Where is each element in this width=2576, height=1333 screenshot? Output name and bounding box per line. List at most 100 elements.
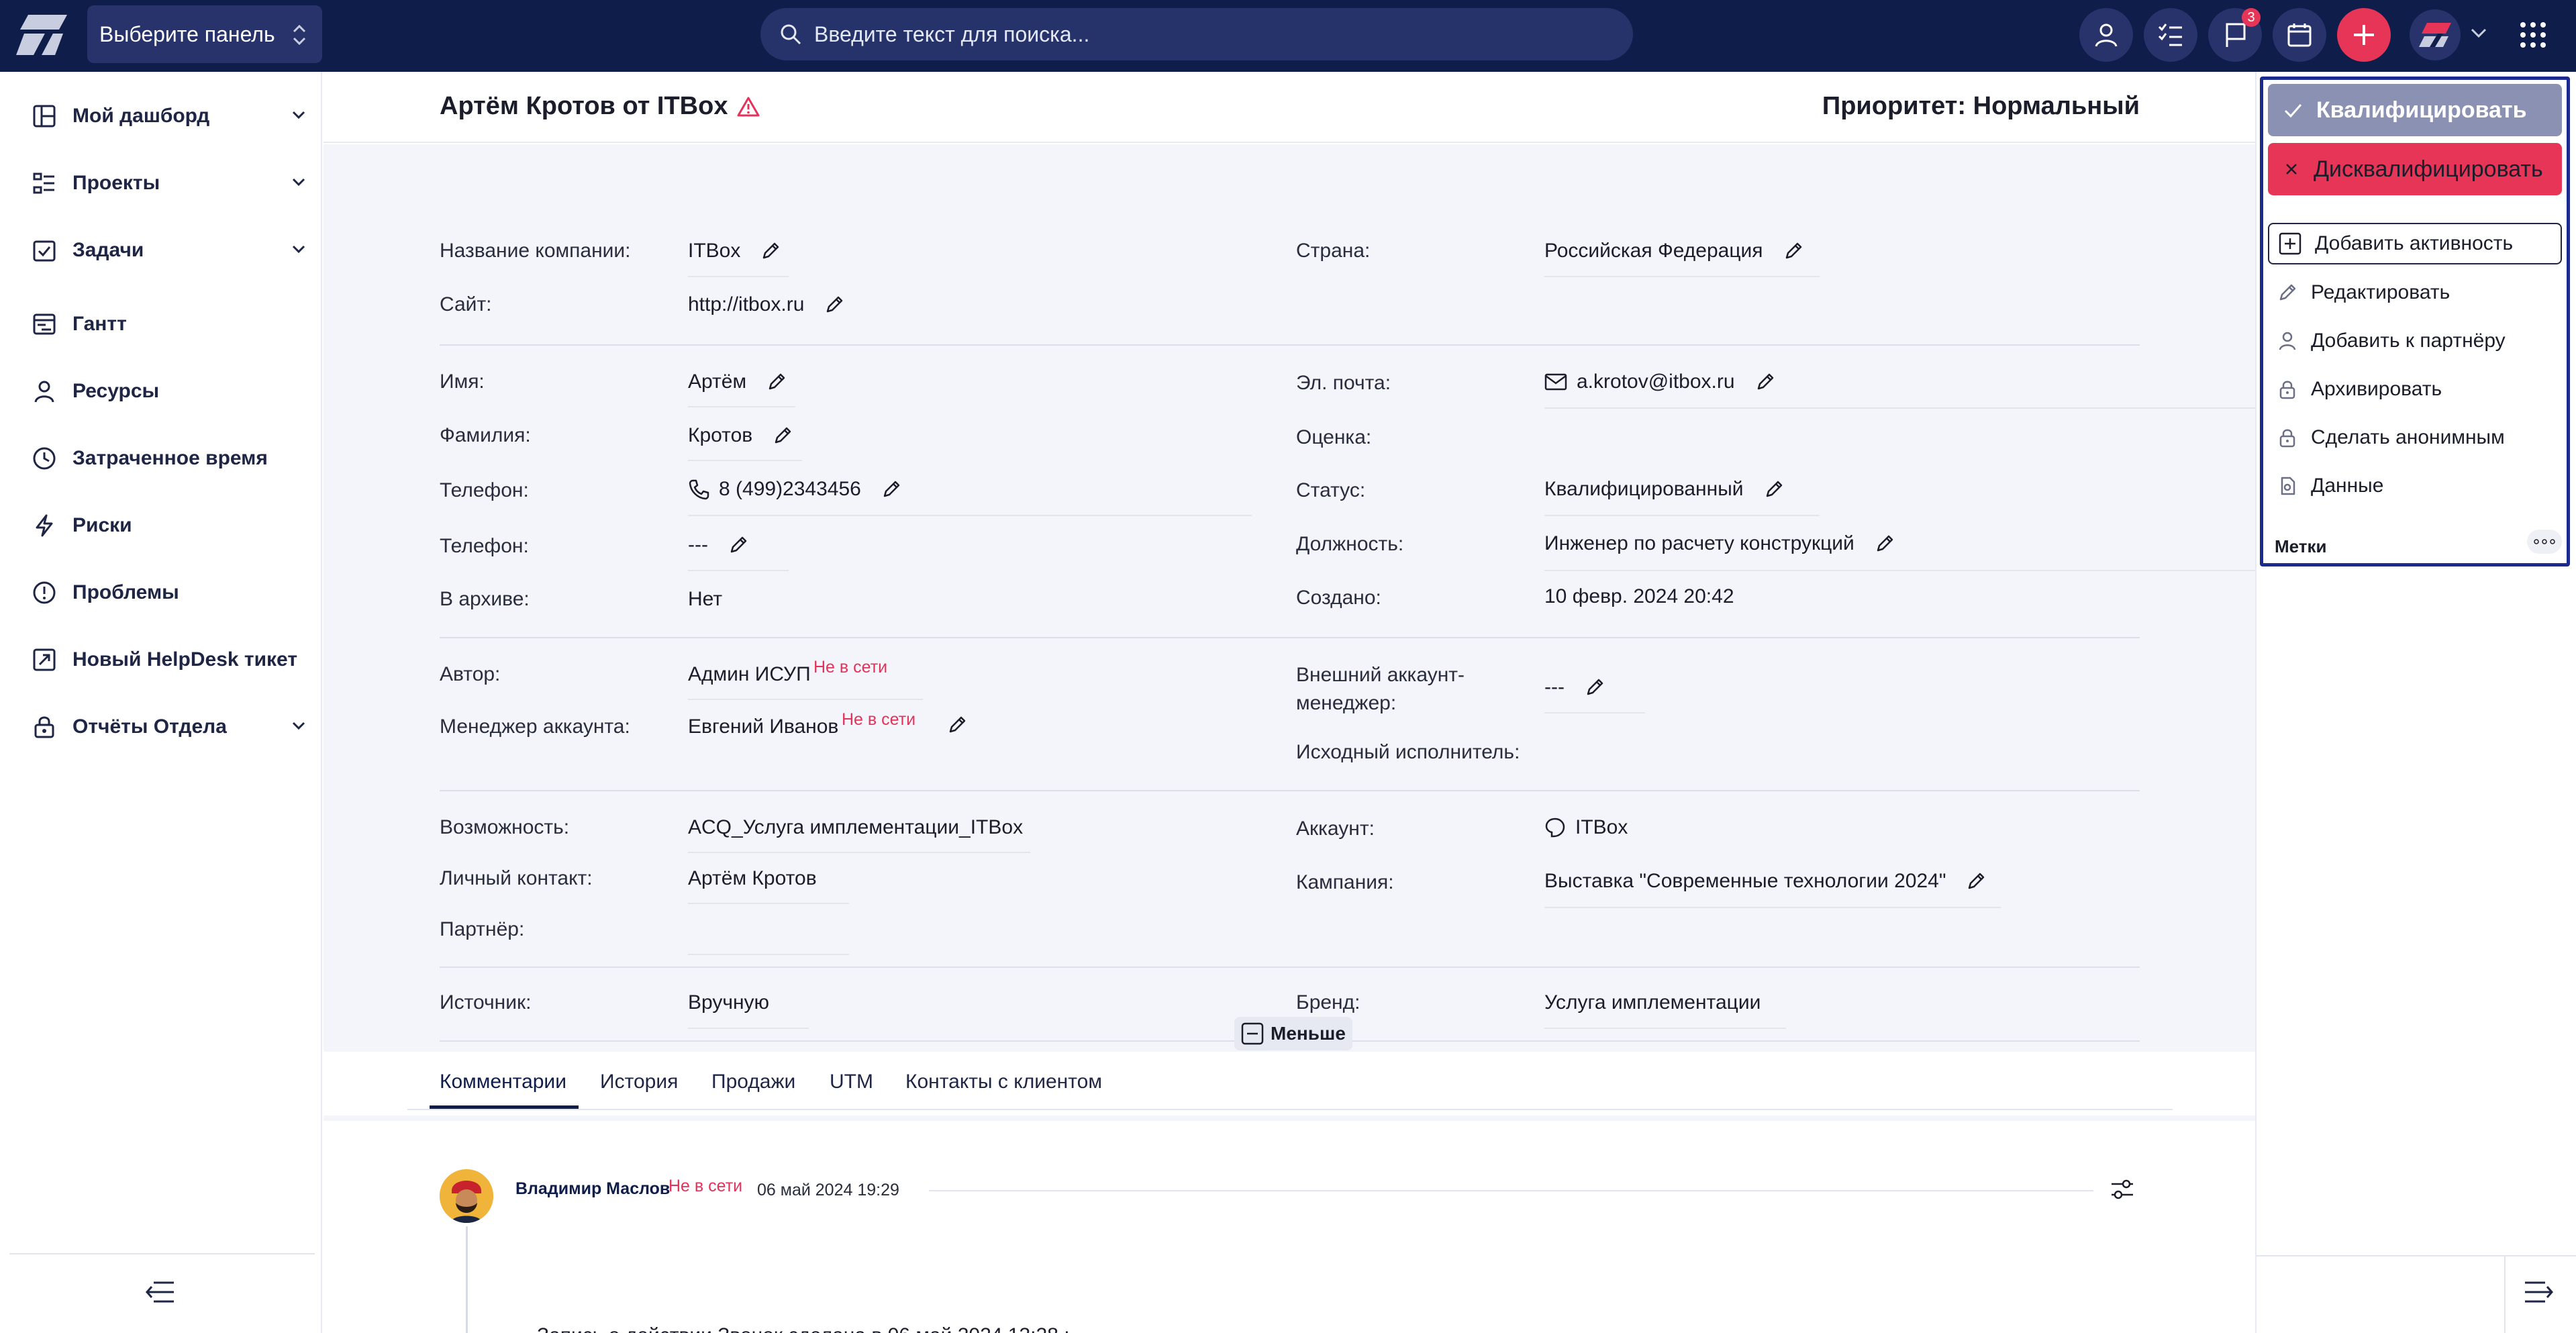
- edit-pencil-icon[interactable]: [1755, 372, 1775, 392]
- close-icon: [2283, 160, 2300, 178]
- edit-pencil-icon[interactable]: [1966, 871, 1986, 891]
- edit-pencil-icon[interactable]: [766, 372, 787, 392]
- edit-pencil-icon[interactable]: [1783, 241, 1803, 261]
- sidebar-item-tasks[interactable]: Задачи: [31, 230, 306, 270]
- sliders-icon[interactable]: [2109, 1176, 2136, 1203]
- sidebar-item-problems[interactable]: Проблемы: [31, 573, 306, 613]
- calendar-button[interactable]: [2273, 8, 2326, 62]
- commenter-avatar[interactable]: [440, 1169, 493, 1223]
- tab-contacts[interactable]: Контакты с клиентом: [905, 1071, 1102, 1093]
- apps-grid-icon[interactable]: [2518, 20, 2548, 50]
- sidebar-item-label: Задачи: [72, 239, 144, 261]
- archive-label: Архивировать: [2311, 378, 2442, 400]
- field-underline: [1544, 907, 2001, 908]
- chevron-down-icon[interactable]: [291, 720, 306, 731]
- document-icon: [2277, 476, 2297, 496]
- field-underline: [688, 460, 802, 461]
- projects-icon: [31, 170, 58, 197]
- acc-manager-text: Евгений Иванов: [688, 715, 839, 738]
- panel-select[interactable]: Выберите панель: [87, 5, 322, 63]
- tab-comments[interactable]: Комментарии: [440, 1071, 566, 1093]
- section-divider: [440, 637, 2140, 638]
- site-link[interactable]: http://itbox.ru: [688, 293, 804, 316]
- disqualify-button[interactable]: Дисквалифицировать: [2268, 143, 2562, 195]
- chevron-down-icon[interactable]: [291, 177, 306, 187]
- edit-pencil-icon[interactable]: [947, 715, 967, 735]
- author-text: Админ ИСУП: [688, 663, 811, 685]
- app-logo[interactable]: [15, 13, 70, 56]
- account-link[interactable]: ITBox: [1575, 816, 1628, 839]
- position-value: Инженер по расчету конструкций: [1544, 532, 1895, 555]
- account-label: Аккаунт:: [1296, 818, 1375, 840]
- sidebar: Мой дашборд Проекты Задачи Гантт Ресурсы…: [0, 72, 322, 1333]
- comment-author[interactable]: Владимир Маслов: [515, 1179, 670, 1199]
- collapse-sidebar-icon[interactable]: [144, 1280, 175, 1304]
- chevron-down-icon[interactable]: [2470, 27, 2487, 39]
- position-text: Инженер по расчету конструкций: [1544, 532, 1854, 554]
- edit-pencil-icon[interactable]: [760, 241, 781, 261]
- tab-sales[interactable]: Продажи: [711, 1071, 795, 1093]
- country-label: Страна:: [1296, 240, 1371, 262]
- anonymize-action[interactable]: Сделать анонимным: [2277, 426, 2505, 449]
- user-avatar[interactable]: [2410, 9, 2461, 60]
- edit-action[interactable]: Редактировать: [2277, 281, 2450, 304]
- data-action[interactable]: Данные: [2277, 475, 2383, 497]
- more-icon[interactable]: [2527, 530, 2562, 554]
- create-button[interactable]: [2337, 8, 2391, 62]
- phone-link[interactable]: 8 (499)2343456: [719, 478, 861, 501]
- email-link[interactable]: a.krotov@itbox.ru: [1577, 371, 1735, 393]
- status-label: Статус:: [1296, 479, 1366, 501]
- source-value: Вручную: [688, 991, 769, 1014]
- tab-history[interactable]: История: [600, 1071, 678, 1093]
- notifications-button[interactable]: 3: [2208, 8, 2262, 62]
- opportunity-link[interactable]: ACQ_Услуга имплементации_ITBox: [688, 816, 1023, 839]
- field-underline: [688, 954, 849, 955]
- add-activity-button[interactable]: Добавить активность: [2268, 223, 2562, 264]
- profile-button[interactable]: [2079, 8, 2133, 62]
- edit-pencil-icon[interactable]: [773, 426, 793, 446]
- tags-label: Метки: [2275, 536, 2327, 556]
- chevron-down-icon[interactable]: [291, 244, 306, 254]
- edit-pencil-icon[interactable]: [728, 535, 748, 555]
- sidebar-item-label: Проекты: [72, 172, 160, 194]
- ext-manager-text: ---: [1544, 676, 1565, 698]
- show-less-button[interactable]: Меньше: [1234, 1017, 1352, 1050]
- sidebar-item-dashboard[interactable]: Мой дашборд: [31, 96, 306, 136]
- brand-text: Услуга имплементации: [1544, 991, 1761, 1014]
- tabs-divider: [407, 1109, 2173, 1110]
- edit-pencil-icon[interactable]: [1585, 677, 1605, 697]
- sidebar-item-gantt[interactable]: Гантт: [31, 304, 306, 344]
- brand-value: Услуга имплементации: [1544, 991, 1761, 1014]
- sidebar-item-helpdesk[interactable]: Новый HelpDesk тикет: [31, 640, 306, 680]
- sidebar-item-risks[interactable]: Риски: [31, 505, 306, 546]
- tab-utm[interactable]: UTM: [830, 1071, 873, 1093]
- sidebar-item-projects[interactable]: Проекты: [31, 163, 306, 203]
- chevron-down-icon[interactable]: [291, 109, 306, 120]
- priority-label: Приоритет: Нормальный: [1822, 92, 2140, 120]
- last-name-label: Фамилия:: [440, 424, 531, 446]
- edit-pencil-icon[interactable]: [824, 295, 844, 315]
- alert-icon: [31, 579, 58, 606]
- search-placeholder: Введите текст для поиска...: [814, 21, 1090, 46]
- add-partner-action[interactable]: Добавить к партнёру: [2277, 330, 2506, 352]
- personal-contact-link[interactable]: Артём Кротов: [688, 867, 817, 890]
- sidebar-item-time[interactable]: Затраченное время: [31, 438, 306, 479]
- edit-pencil-icon[interactable]: [1764, 479, 1784, 499]
- chevron-updown-icon: [291, 23, 307, 47]
- tasks-button[interactable]: [2144, 8, 2197, 62]
- sidebar-item-reports[interactable]: Отчёты Отдела: [31, 707, 306, 747]
- archive-action[interactable]: Архивировать: [2277, 378, 2442, 401]
- expand-panel-icon[interactable]: [2524, 1280, 2555, 1304]
- sidebar-item-resources[interactable]: Ресурсы: [31, 371, 306, 411]
- edit-pencil-icon[interactable]: [881, 479, 901, 499]
- edit-pencil-icon[interactable]: [1875, 534, 1895, 554]
- section-divider: [440, 967, 2140, 968]
- qualify-button[interactable]: Квалифицировать: [2268, 84, 2562, 136]
- sidebar-item-label: Риски: [72, 514, 132, 536]
- campaign-link[interactable]: Выставка "Современные технологии 2024": [1544, 870, 1946, 893]
- phone-value: 8 (499)2343456: [688, 478, 901, 501]
- comment-date: 06 май 2024 19:29: [757, 1181, 899, 1199]
- search-input[interactable]: Введите текст для поиска...: [760, 8, 1633, 60]
- field-underline: [688, 570, 789, 571]
- minus-square-icon: [1241, 1022, 1264, 1045]
